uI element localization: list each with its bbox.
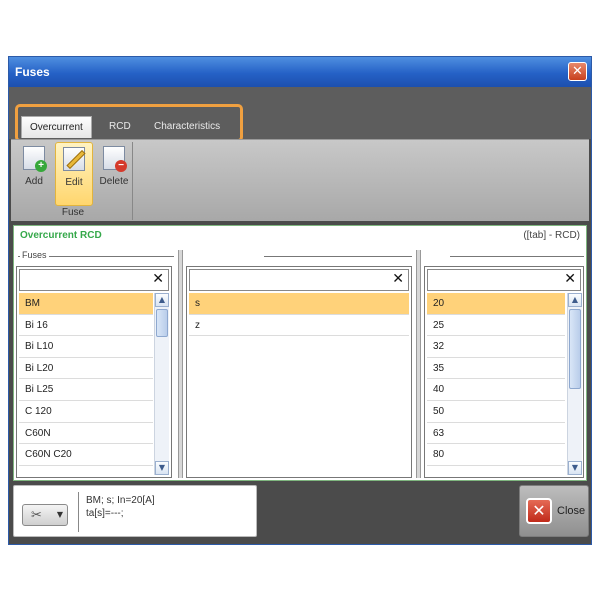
selection-info-line2: ta[s]=---; — [86, 508, 124, 519]
edit-button-label: Edit — [65, 177, 83, 188]
close-button[interactable]: ✕ Close — [519, 485, 589, 537]
close-button-label: Close — [557, 505, 586, 517]
column-splitter[interactable] — [178, 250, 183, 478]
window-title: Fuses — [15, 65, 50, 79]
scroll-up-icon[interactable]: ▲ — [155, 293, 169, 307]
list-item[interactable]: 80 — [427, 444, 565, 466]
list-item[interactable]: C60N — [19, 423, 153, 445]
add-button-label: Add — [25, 176, 43, 187]
fuses-dialog: Fuses ✕ Overcurrent RCD Characteristics … — [8, 56, 592, 545]
list-item[interactable]: Bi L10 — [19, 336, 153, 358]
title-bar: Fuses ✕ — [9, 57, 591, 87]
list-item[interactable]: 63 — [427, 423, 565, 445]
list-item[interactable]: 35 — [427, 358, 565, 380]
ratings-search-input[interactable]: ✕ — [427, 269, 581, 291]
ratings-list: 20 25 32 35 40 50 63 80 — [427, 293, 565, 466]
fuses-column: Fuses ✕ BM Bi 16 Bi L10 Bi L20 Bi L25 C … — [16, 250, 176, 478]
ribbon-group-label: Fuse — [61, 207, 85, 218]
fuses-list: BM Bi 16 Bi L10 Bi L20 Bi L25 C 120 C60N… — [19, 293, 153, 466]
status-footer: ✂ ▼ BM; s; In=20[A] ta[s]=---; — [13, 485, 257, 537]
column-splitter[interactable] — [416, 250, 421, 478]
selection-panel: Overcurrent RCD ([tab] - RCD) Fuses ✕ BM… — [13, 225, 587, 481]
panel-title: Overcurrent RCD — [20, 230, 102, 241]
list-item[interactable]: 20 — [427, 293, 565, 315]
tab-overcurrent[interactable]: Overcurrent — [21, 116, 92, 138]
delete-button[interactable]: − Delete — [95, 142, 133, 206]
panel-hint: ([tab] - RCD) — [523, 230, 580, 241]
scroll-down-icon[interactable]: ▼ — [155, 461, 169, 475]
chevron-down-icon: ▼ — [56, 510, 63, 519]
characteristics-clear-icon[interactable]: ✕ — [392, 271, 404, 287]
list-item[interactable]: 50 — [427, 401, 565, 423]
selection-info-line1: BM; s; In=20[A] — [86, 495, 155, 506]
characteristics-list: s z — [189, 293, 409, 337]
edit-button[interactable]: Edit — [55, 142, 93, 206]
list-item[interactable]: Bi L25 — [19, 379, 153, 401]
characteristics-search-input[interactable]: ✕ — [189, 269, 409, 291]
list-item[interactable]: BM — [19, 293, 153, 315]
fuses-legend: Fuses — [20, 250, 49, 260]
fuses-search-input[interactable]: ✕ — [19, 269, 169, 291]
characteristics-column: ✕ s z — [186, 250, 414, 478]
tab-rcd[interactable]: RCD — [101, 116, 139, 138]
scroll-thumb[interactable] — [569, 309, 581, 389]
list-item[interactable]: 32 — [427, 336, 565, 358]
list-item[interactable]: s — [189, 293, 409, 315]
fuses-scrollbar[interactable]: ▲ ▼ — [154, 293, 169, 475]
selection-info: BM; s; In=20[A] ta[s]=---; — [86, 494, 155, 520]
delete-button-label: Delete — [99, 176, 129, 187]
scroll-thumb[interactable] — [156, 309, 168, 337]
list-item[interactable]: 40 — [427, 379, 565, 401]
list-item[interactable]: Bi 16 — [19, 315, 153, 337]
scroll-up-icon[interactable]: ▲ — [568, 293, 582, 307]
tools-dropdown-button[interactable]: ✂ ▼ — [22, 504, 68, 526]
window-close-button[interactable]: ✕ — [568, 62, 587, 81]
list-item[interactable]: C 120 — [19, 401, 153, 423]
ribbon: + Add Edit − Delete Fuse — [11, 139, 589, 221]
list-item[interactable]: z — [189, 315, 409, 337]
list-item[interactable]: C60N C20 — [19, 444, 153, 466]
scroll-down-icon[interactable]: ▼ — [568, 461, 582, 475]
ratings-scrollbar[interactable]: ▲ ▼ — [567, 293, 582, 475]
list-item[interactable]: 25 — [427, 315, 565, 337]
list-item[interactable]: Bi L20 — [19, 358, 153, 380]
tab-characteristics[interactable]: Characteristics — [146, 116, 228, 138]
wrench-icon: ✂ — [31, 508, 42, 523]
ratings-column: ✕ 20 25 32 35 40 50 63 80 ▲ ▼ — [424, 250, 586, 478]
ratings-clear-icon[interactable]: ✕ — [564, 271, 576, 287]
fuses-clear-icon[interactable]: ✕ — [152, 271, 164, 287]
delete-icon: − — [101, 146, 127, 172]
close-icon: ✕ — [526, 498, 552, 524]
add-icon: + — [21, 146, 47, 172]
ribbon-group-fuse: + Add Edit − Delete Fuse — [13, 142, 133, 220]
add-button[interactable]: + Add — [15, 142, 53, 206]
edit-icon — [61, 147, 87, 173]
